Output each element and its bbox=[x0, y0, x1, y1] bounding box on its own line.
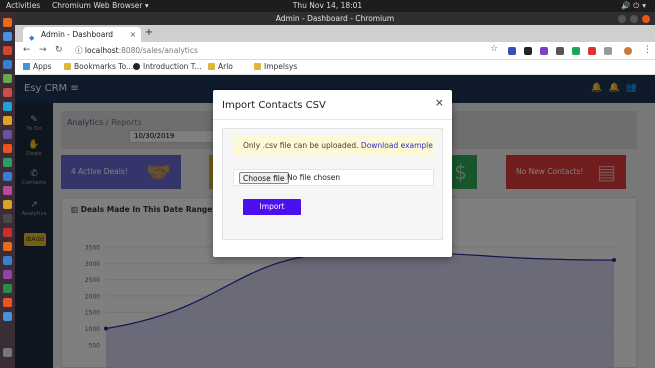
extension-icon[interactable] bbox=[588, 47, 596, 55]
tab-admin-dashboard[interactable]: ◆ Admin - Dashboard × bbox=[23, 27, 141, 42]
extension-icon[interactable] bbox=[604, 47, 612, 55]
app-icon[interactable] bbox=[3, 116, 12, 125]
import-button[interactable]: Import bbox=[243, 199, 301, 215]
close-window-icon[interactable] bbox=[642, 15, 650, 23]
file-status: No file chosen bbox=[287, 173, 341, 182]
minimize-icon[interactable] bbox=[618, 15, 626, 23]
firefox-icon[interactable] bbox=[3, 18, 12, 27]
extension-icon[interactable] bbox=[572, 47, 580, 55]
bookmarks-bar: Apps Bookmarks To... Introduction T... A… bbox=[15, 60, 655, 75]
modal-divider bbox=[213, 119, 452, 120]
extension-icon[interactable] bbox=[556, 47, 564, 55]
new-tab-button[interactable]: + bbox=[143, 27, 155, 39]
app-icon[interactable] bbox=[3, 312, 12, 321]
app-icon[interactable] bbox=[3, 130, 12, 139]
bookmark-label: Impelsys bbox=[264, 62, 298, 71]
files-icon[interactable] bbox=[3, 32, 12, 41]
app-icon[interactable] bbox=[3, 214, 12, 223]
folder-icon bbox=[64, 63, 71, 70]
extension-icon[interactable] bbox=[540, 47, 548, 55]
extension-icon[interactable] bbox=[524, 47, 532, 55]
tab-strip: ◆ Admin - Dashboard × + bbox=[15, 25, 655, 42]
system-tray[interactable]: 🔊⏻▾ bbox=[621, 1, 649, 11]
bookmark-label: Arlo bbox=[218, 62, 233, 71]
file-input[interactable]: Choose file No file chosen bbox=[233, 169, 434, 186]
apps-grid-icon bbox=[23, 63, 30, 70]
extension-icon[interactable] bbox=[508, 47, 516, 55]
app-icon[interactable] bbox=[3, 200, 12, 209]
os-top-bar: Activities Chromium Web Browser ▾ Thu No… bbox=[0, 0, 655, 12]
app-icon[interactable] bbox=[3, 172, 12, 181]
window-title-bar: Admin - Dashboard - Chromium bbox=[15, 12, 655, 25]
close-tab-icon[interactable]: × bbox=[130, 27, 136, 42]
show-apps-icon[interactable] bbox=[3, 348, 12, 357]
folder-icon bbox=[208, 63, 215, 70]
modal-body: Only .csv file can be uploaded. Download… bbox=[222, 128, 443, 240]
folder-icon bbox=[254, 63, 261, 70]
clock[interactable]: Thu Nov 14, 18:01 bbox=[0, 1, 655, 10]
app-icon[interactable] bbox=[3, 256, 12, 265]
app-icon[interactable] bbox=[3, 284, 12, 293]
bookmark-label: Apps bbox=[33, 62, 52, 71]
dock bbox=[0, 12, 15, 368]
address-toolbar: ← → ↻ ⓘ localhost:8080/sales/analytics ☆… bbox=[15, 42, 655, 60]
alert-text: Only .csv file can be uploaded. bbox=[243, 141, 361, 150]
bookmark-apps[interactable]: Apps bbox=[23, 62, 52, 71]
back-icon[interactable]: ← bbox=[23, 45, 31, 55]
tab-label: Admin - Dashboard bbox=[41, 30, 114, 39]
app-icon[interactable] bbox=[3, 186, 12, 195]
app-icon[interactable] bbox=[3, 88, 12, 97]
bookmark-folder[interactable]: Bookmarks To... bbox=[64, 62, 133, 71]
app-icon[interactable] bbox=[3, 144, 12, 153]
csv-alert: Only .csv file can be uploaded. Download… bbox=[233, 135, 434, 156]
window-title: Admin - Dashboard - Chromium bbox=[275, 14, 395, 23]
bookmark-folder[interactable]: Impelsys bbox=[254, 62, 297, 71]
bookmark-link[interactable]: Introduction T... bbox=[133, 62, 202, 71]
close-icon[interactable]: × bbox=[435, 96, 444, 109]
app-icon[interactable] bbox=[3, 298, 12, 307]
reload-icon[interactable]: ↻ bbox=[55, 45, 63, 55]
app-icon[interactable] bbox=[3, 46, 12, 55]
app-icon[interactable] bbox=[3, 102, 12, 111]
window-controls bbox=[614, 14, 650, 23]
bookmark-star-icon[interactable]: ☆ bbox=[490, 44, 498, 54]
maximize-icon[interactable] bbox=[630, 15, 638, 23]
bookmark-folder[interactable]: Arlo bbox=[208, 62, 233, 71]
download-example-link[interactable]: Download example bbox=[361, 141, 433, 150]
choose-file-button[interactable]: Choose file bbox=[239, 172, 289, 184]
browser-menu-icon[interactable]: ⋮ bbox=[643, 45, 652, 55]
profile-avatar[interactable] bbox=[624, 47, 632, 55]
url-host: localhost bbox=[84, 46, 119, 55]
app-icon[interactable] bbox=[3, 242, 12, 251]
app-icon[interactable] bbox=[3, 158, 12, 167]
import-contacts-modal: Import Contacts CSV × Only .csv file can… bbox=[213, 90, 452, 257]
app-icon[interactable] bbox=[3, 74, 12, 83]
app-icon[interactable] bbox=[3, 270, 12, 279]
url-field[interactable]: ⓘ localhost:8080/sales/analytics bbox=[75, 45, 198, 56]
github-icon bbox=[133, 63, 140, 70]
app-icon[interactable] bbox=[3, 60, 12, 69]
bookmark-label: Bookmarks To... bbox=[74, 62, 134, 71]
app-icon[interactable] bbox=[3, 228, 12, 237]
modal-title: Import Contacts CSV bbox=[222, 100, 326, 111]
url-path: :8080/sales/analytics bbox=[118, 46, 198, 55]
forward-icon[interactable]: → bbox=[39, 45, 47, 55]
bookmark-label: Introduction T... bbox=[143, 62, 202, 71]
